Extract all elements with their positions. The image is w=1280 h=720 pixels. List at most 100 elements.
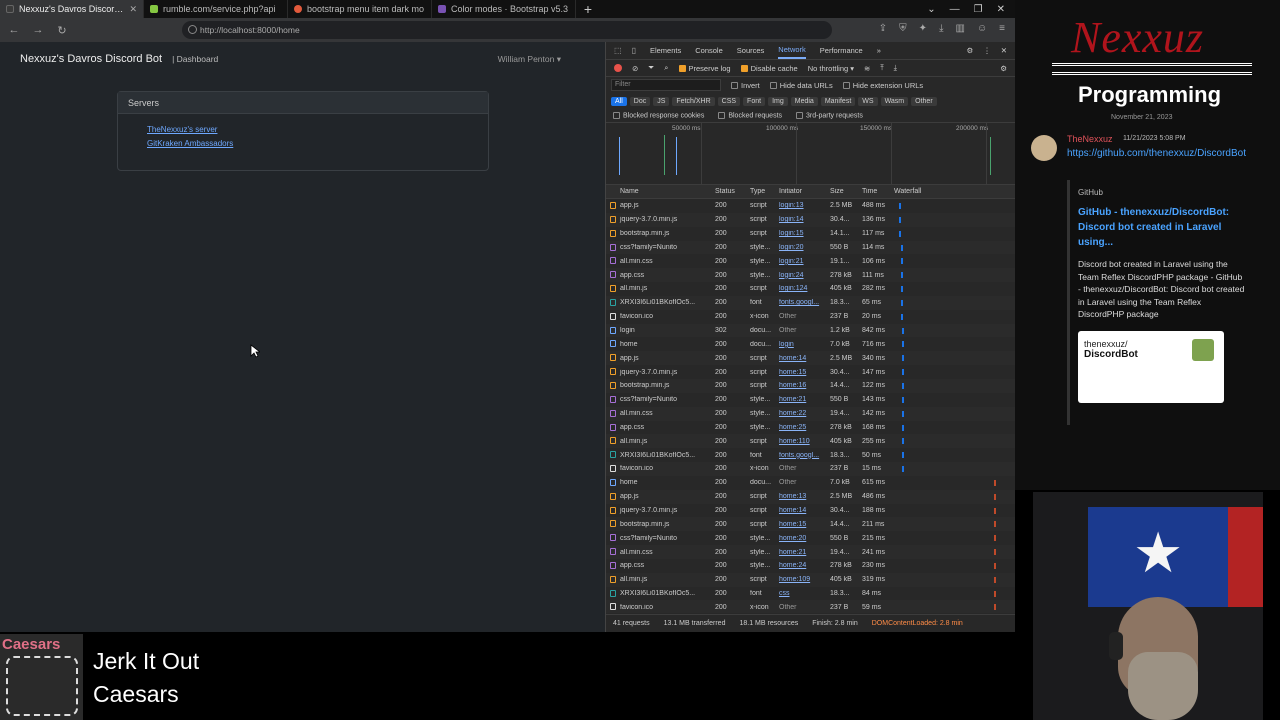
menu-icon[interactable]: ≡ bbox=[999, 23, 1005, 34]
cell-initiator[interactable]: home:110 bbox=[776, 438, 828, 445]
cell-initiator[interactable]: login:21 bbox=[776, 258, 828, 265]
kebab-menu-icon[interactable]: ⋮ bbox=[983, 46, 991, 55]
cell-initiator[interactable]: home:16 bbox=[776, 382, 828, 389]
table-row[interactable]: css?family=Nunito 200 style... login:20 550 … bbox=[606, 240, 1015, 255]
table-row[interactable]: app.css 200 style... home:24 278 kB 230 ms bbox=[606, 559, 1015, 573]
hide-extension-urls-checkbox[interactable]: Hide extension URLs bbox=[842, 81, 923, 90]
cell-initiator[interactable]: login:13 bbox=[776, 202, 828, 209]
invert-checkbox[interactable]: Invert bbox=[731, 81, 760, 90]
profile-icon[interactable]: ☺ bbox=[977, 23, 987, 34]
network-settings-gear-icon[interactable]: ⚙ bbox=[1000, 64, 1007, 73]
column-header-type[interactable]: Type bbox=[748, 188, 776, 195]
browser-tab[interactable]: rumble.com/service.php?api bbox=[144, 0, 288, 18]
table-row[interactable]: login 302 docu... Other 1.2 kB 842 ms bbox=[606, 323, 1015, 338]
table-row[interactable]: css?family=Nunito 200 style... home:21 550 B… bbox=[606, 393, 1015, 407]
table-row[interactable]: favicon.ico 200 x-icon Other 237 B 59 ms bbox=[606, 600, 1015, 613]
cell-initiator[interactable]: home:14 bbox=[776, 355, 828, 362]
gear-icon[interactable]: ⚙ bbox=[966, 46, 973, 55]
more-tabs-icon[interactable]: » bbox=[877, 43, 881, 58]
close-tab-icon[interactable]: ✕ bbox=[129, 4, 137, 15]
column-header-waterfall[interactable]: Waterfall bbox=[892, 185, 1015, 198]
table-row[interactable]: bootstrap.min.js 200 script home:16 14.4... 1… bbox=[606, 378, 1015, 393]
type-filter-doc[interactable]: Doc bbox=[629, 96, 651, 106]
type-filter-fetch[interactable]: Fetch/XHR bbox=[672, 96, 715, 106]
table-row[interactable]: css?family=Nunito 200 style... home:20 550 B… bbox=[606, 531, 1015, 545]
cell-initiator[interactable]: css bbox=[776, 590, 828, 597]
type-filter-js[interactable]: JS bbox=[653, 96, 670, 106]
table-row[interactable]: bootstrap.min.js 200 script home:15 14.4... 2… bbox=[606, 517, 1015, 532]
cell-initiator[interactable]: home:14 bbox=[776, 507, 828, 514]
preserve-log-checkbox[interactable]: Preserve log bbox=[678, 64, 731, 73]
disable-cache-checkbox[interactable]: Disable cache bbox=[740, 64, 798, 73]
back-icon[interactable]: ← bbox=[8, 24, 20, 36]
hide-data-urls-checkbox[interactable]: Hide data URLs bbox=[769, 81, 833, 90]
table-row[interactable]: bootstrap.min.js 200 script login:15 14.1...… bbox=[606, 227, 1015, 241]
table-row[interactable]: app.js 200 script login:13 2.5 MB 488 ms bbox=[606, 199, 1015, 213]
inspect-icon[interactable]: ⬚ bbox=[614, 46, 622, 55]
cell-initiator[interactable]: fonts.googl... bbox=[776, 299, 828, 306]
blocked-cookies-checkbox[interactable]: Blocked response cookies bbox=[613, 111, 704, 119]
maximize-icon[interactable]: ❐ bbox=[974, 4, 983, 15]
cell-initiator[interactable]: home:13 bbox=[776, 493, 828, 500]
user-menu[interactable]: William Penton ▾ bbox=[498, 54, 561, 65]
reload-icon[interactable]: ↻ bbox=[56, 24, 68, 37]
close-window-icon[interactable]: ✕ bbox=[997, 4, 1005, 15]
table-row[interactable]: jquery-3.7.0.min.js 200 script login:14 30.4… bbox=[606, 212, 1015, 227]
cell-initiator[interactable]: login:24 bbox=[776, 272, 828, 279]
table-row[interactable]: jquery-3.7.0.min.js 200 script home:14 30.4.… bbox=[606, 504, 1015, 518]
column-header-name[interactable]: Name bbox=[606, 188, 711, 195]
tab-sources[interactable]: Sources bbox=[737, 43, 765, 58]
browser-tab[interactable]: bootstrap menu item dark mo bbox=[288, 0, 432, 18]
tab-network[interactable]: Network bbox=[778, 42, 806, 59]
nav-dashboard-link[interactable]: | Dashboard bbox=[172, 54, 218, 64]
browser-tab[interactable]: Color modes · Bootstrap v5.3 bbox=[432, 0, 576, 18]
new-tab-icon[interactable]: + bbox=[576, 0, 600, 18]
tab-performance[interactable]: Performance bbox=[820, 43, 863, 58]
cell-initiator[interactable]: home:21 bbox=[776, 396, 828, 403]
download-icon[interactable]: ⤓ bbox=[939, 23, 943, 34]
upload-icon[interactable]: ⤒ bbox=[880, 63, 883, 73]
type-filter-wasm[interactable]: Wasm bbox=[880, 96, 909, 106]
column-header-size[interactable]: Size bbox=[828, 188, 860, 195]
device-toggle-icon[interactable]: ▯ bbox=[632, 46, 636, 55]
table-row[interactable]: app.js 200 script home:14 2.5 MB 340 ms bbox=[606, 351, 1015, 366]
table-row[interactable]: app.js 200 script home:13 2.5 MB 486 ms bbox=[606, 489, 1015, 504]
browser-tab[interactable]: Nexxuz's Davros Discord B ✕ bbox=[0, 0, 144, 18]
cell-initiator[interactable]: home:15 bbox=[776, 521, 828, 528]
download-har-icon[interactable]: ⤓ bbox=[894, 63, 897, 73]
column-header-status[interactable]: Status bbox=[711, 188, 748, 195]
clear-icon[interactable]: ⊘ bbox=[632, 64, 638, 73]
cell-initiator[interactable]: home:21 bbox=[776, 549, 828, 556]
blocked-requests-checkbox[interactable]: Blocked requests bbox=[718, 111, 782, 119]
cell-initiator[interactable]: home:109 bbox=[776, 576, 828, 583]
table-row[interactable]: favicon.ico 200 x-icon Other 237 B 15 ms bbox=[606, 462, 1015, 476]
cell-initiator[interactable]: fonts.googl... bbox=[776, 452, 828, 459]
table-row[interactable]: home 200 docu... Other 7.0 kB 615 ms bbox=[606, 476, 1015, 490]
table-row[interactable]: all.min.js 200 script home:110 405 kB 255 ms bbox=[606, 434, 1015, 449]
tab-search-icon[interactable]: ⌄ bbox=[927, 4, 935, 15]
server-link[interactable]: GitKraken Ambassadors bbox=[147, 137, 459, 151]
table-row[interactable]: all.min.css 200 style... home:21 19.4... 241 … bbox=[606, 545, 1015, 559]
type-filter-font[interactable]: Font bbox=[743, 96, 766, 106]
type-filter-css[interactable]: CSS bbox=[717, 96, 741, 106]
type-filter-ws[interactable]: WS bbox=[858, 96, 878, 106]
cell-initiator[interactable]: login bbox=[776, 341, 828, 348]
filter-input[interactable]: Filter bbox=[611, 79, 721, 91]
table-row[interactable]: all.min.js 200 script login:124 405 kB 282 ms bbox=[606, 282, 1015, 296]
cell-initiator[interactable]: login:14 bbox=[776, 216, 828, 223]
extensions-icon[interactable]: ✦ bbox=[919, 23, 927, 34]
wifi-icon[interactable]: ≋ bbox=[864, 64, 870, 73]
table-row[interactable]: app.css 200 style... login:24 278 kB 111 ms bbox=[606, 268, 1015, 283]
table-row[interactable]: jquery-3.7.0.min.js 200 script home:15 30.4.… bbox=[606, 365, 1015, 379]
type-filter-manifest[interactable]: Manifest bbox=[820, 96, 856, 106]
record-icon[interactable] bbox=[614, 64, 622, 72]
throttling-select[interactable]: No throttling ▾ bbox=[808, 64, 854, 73]
cell-initiator[interactable]: home:22 bbox=[776, 410, 828, 417]
type-filter-all[interactable]: All bbox=[611, 96, 627, 106]
table-row[interactable]: favicon.ico 200 x-icon Other 237 B 20 ms bbox=[606, 310, 1015, 324]
close-devtools-icon[interactable]: ✕ bbox=[1001, 46, 1007, 55]
cell-initiator[interactable]: home:20 bbox=[776, 535, 828, 542]
third-party-checkbox[interactable]: 3rd-party requests bbox=[796, 111, 863, 119]
shield-icon[interactable]: ⛨ bbox=[899, 23, 907, 34]
chat-message-link[interactable]: https://github.com/thenexxuz/DiscordBot bbox=[1067, 147, 1267, 161]
